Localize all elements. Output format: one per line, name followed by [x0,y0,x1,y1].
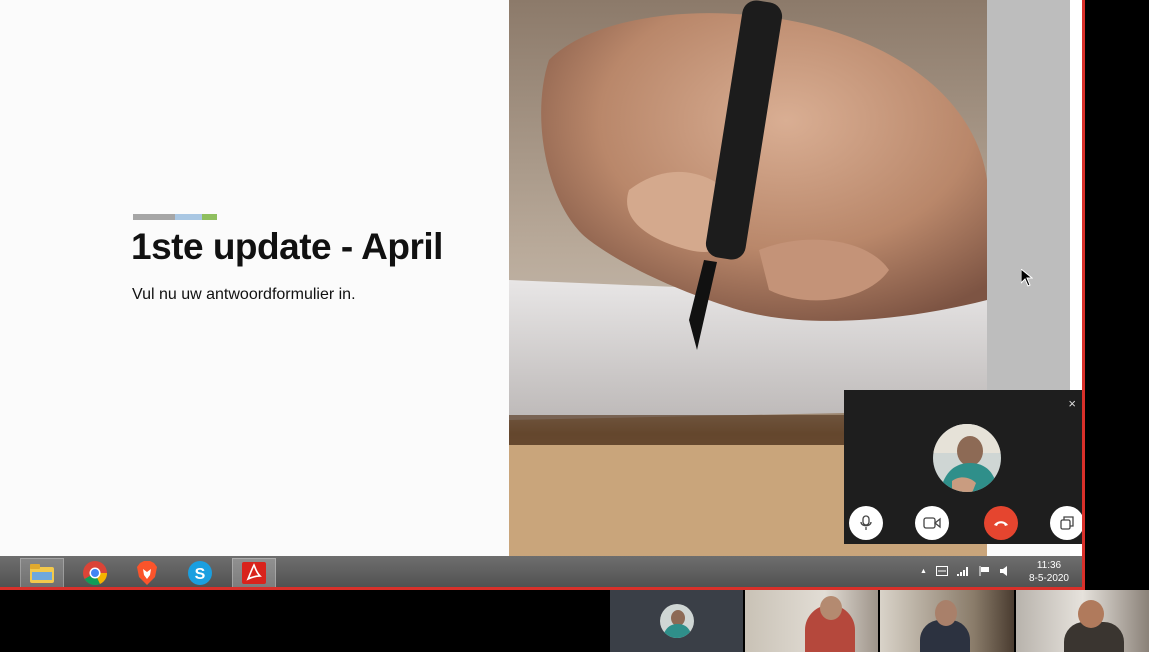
tray-expand-icon[interactable]: ▲ [920,568,927,575]
participant-video-2[interactable] [745,590,878,652]
network-signal-icon[interactable] [956,566,970,576]
mouse-cursor-icon [1021,269,1033,287]
taskbar-acrobat[interactable] [232,558,276,587]
windows-taskbar: S ▲ 11:36 8-5-2020 [0,556,1082,587]
participant-thumb-avatar [660,604,694,638]
action-center-flag-icon[interactable] [979,566,991,576]
microphone-button[interactable] [849,506,883,540]
chrome-icon [83,561,108,586]
participant-video-3[interactable] [880,590,1014,652]
call-close-button[interactable]: × [1068,396,1076,411]
taskbar-file-explorer[interactable] [20,558,64,587]
clock-date: 8-5-2020 [1028,573,1069,584]
taskbar-brave[interactable] [125,558,169,587]
hang-up-icon [994,521,1008,526]
call-window: × [844,390,1082,544]
taskbar-clock[interactable]: 11:36 8-5-2020 [1029,559,1069,585]
svg-text:S: S [195,566,206,583]
video-button[interactable] [915,506,949,540]
participant-4-head [1078,600,1104,628]
clock-time: 11:36 [1036,560,1062,571]
participant-thumbnails [610,590,1149,652]
volume-icon[interactable] [999,566,1010,576]
scroll-area-background [987,0,1070,390]
participant-avatar [933,424,1001,492]
acrobat-icon [242,562,266,584]
video-camera-icon [923,517,941,529]
file-explorer-icon [30,564,54,583]
slide-title: 1ste update - April [131,226,443,267]
skype-icon: S [188,561,212,585]
taskbar-skype[interactable]: S [178,558,222,587]
participant-3-head [935,600,957,626]
brave-icon [137,561,157,585]
pop-out-icon [1060,516,1074,530]
participant-2-head [820,596,842,620]
participant-video-4[interactable] [1016,590,1149,652]
pop-out-button[interactable] [1050,506,1082,540]
shared-screen: 1ste update - April Vul nu uw antwoordfo… [0,0,1085,590]
keyboard-icon[interactable] [935,566,948,576]
participant-thumb-self[interactable] [610,590,743,652]
slide-accent-bar [133,214,217,220]
microphone-icon [860,515,872,530]
slide-subtitle: Vul nu uw antwoordformulier in. [132,286,356,303]
system-tray: ▲ [920,566,1010,576]
taskbar-chrome[interactable] [73,558,117,587]
hang-up-button[interactable] [984,506,1018,540]
